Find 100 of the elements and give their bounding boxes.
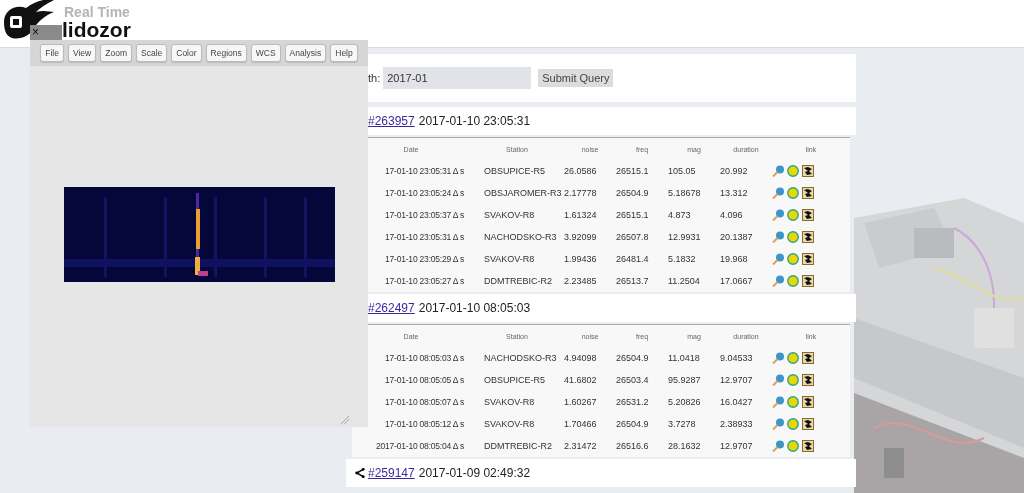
event-time: 2017-01-09 02:49:32 [418,466,531,480]
table-cell: 2017-01-10 08:05:04 Δ s [352,435,470,457]
magnifier-icon[interactable] [772,209,784,221]
table-cell: 105.05 [668,160,720,182]
site-title[interactable]: lidozor [62,20,131,40]
site-subtitle: Real Time [64,4,131,20]
table-cell: 2.17778 [564,182,616,204]
table-cell: DDMTREBIC-R2 [470,270,564,292]
table-cell: 12.9707 [720,435,772,457]
table-cell: 26507.8 [616,226,668,248]
table-cell: 17.0667 [720,270,772,292]
table-cell: 26481.4 [616,248,668,270]
map-icon[interactable] [802,396,814,408]
table-cell: 1.99436 [564,248,616,270]
magnifier-icon[interactable] [772,165,784,177]
magnifier-icon[interactable] [772,187,784,199]
table-cell: 12.9707 [720,369,772,391]
table-cell: 13.312 [720,182,772,204]
map-icon[interactable] [802,231,814,243]
table-cell: 19.968 [720,248,772,270]
table-cell: 2.38933 [720,413,772,435]
table-cell: 5.1832 [668,248,720,270]
map-icon[interactable] [802,253,814,265]
menu-button[interactable]: View [67,44,97,62]
table-cell: SVAKOV-R8 [470,413,564,435]
menu-button[interactable]: Zoom [100,44,132,62]
menu-button[interactable]: Scale [136,44,168,62]
table-cell: 1.70466 [564,413,616,435]
table-cell: OBSJAROMER-R3 [470,182,564,204]
event-link[interactable]: #262497 [368,301,415,315]
event-link[interactable]: #263957 [368,114,415,128]
table-cell: NACHODSKO-R3 [470,226,564,248]
magnifier-icon[interactable] [772,374,784,386]
table-cell: 28.1632 [668,435,720,457]
table-cell: 26503.4 [616,369,668,391]
event-link[interactable]: #259147 [368,466,415,480]
map-icon[interactable] [802,275,814,287]
menu-button[interactable]: WCS [250,44,281,62]
table-cell: 17-01-10 23:05:31 Δ s [352,160,470,182]
menu-button[interactable]: File [40,44,64,62]
magnifier-icon[interactable] [772,253,784,265]
table-cell: 95.9287 [668,369,720,391]
table-cell: 17-01-10 08:05:05 Δ s [352,369,470,391]
menu-button[interactable]: Color [171,44,202,62]
map-icon[interactable] [802,209,814,221]
table-cell: 26504.9 [616,347,668,369]
table-cell: NACHODSKO-R3 [470,347,564,369]
table-cell: OBSUPICE-R5 [470,369,564,391]
table-cell: 20.992 [720,160,772,182]
table-cell: 26.0586 [564,160,616,182]
map-icon[interactable] [802,352,814,364]
map-icon[interactable] [802,374,814,386]
table-cell: 11.0418 [668,347,720,369]
table-cell: 26515.1 [616,160,668,182]
table-cell: 1.61324 [564,204,616,226]
menu-button[interactable]: Help [330,44,358,62]
table-cell: 41.6802 [564,369,616,391]
table-cell: 5.20826 [668,391,720,413]
table-cell: 26531.2 [616,391,668,413]
magnifier-icon[interactable] [772,352,784,364]
table-cell: 3.7278 [668,413,720,435]
menu-button[interactable]: Analysis [284,44,327,62]
table-cell: 17-01-10 23:05:31 Δ s [352,226,470,248]
table-cell: 17-01-10 23:05:24 Δ s [352,182,470,204]
map-icon[interactable] [802,165,814,177]
table-cell: 26513.7 [616,270,668,292]
table-cell: 16.0427 [720,391,772,413]
submit-button[interactable]: Submit Query [538,69,614,87]
magnifier-icon[interactable] [772,396,784,408]
map-icon[interactable] [802,418,814,430]
table-cell: DDMTREBIC-R2 [470,435,564,457]
share-icon[interactable] [355,467,365,479]
map-icon[interactable] [802,187,814,199]
menu-button[interactable]: Regions [205,44,247,62]
month-field[interactable]: 2017-01 [383,67,532,89]
table-cell: SVAKOV-R8 [470,248,564,270]
table-cell: 9.04533 [720,347,772,369]
table-cell: 11.2504 [668,270,720,292]
table-cell: 2.31472 [564,435,616,457]
table-cell: SVAKOV-R8 [470,204,564,226]
magnifier-icon[interactable] [772,440,784,452]
magnifier-icon[interactable] [772,418,784,430]
table-cell: 4.94098 [564,347,616,369]
magnifier-icon[interactable] [772,231,784,243]
map-icon[interactable] [802,440,814,452]
table-cell: 1.60267 [564,391,616,413]
table-cell: 17-01-10 08:05:07 Δ s [352,391,470,413]
close-button[interactable]: × [30,25,62,40]
table-cell: 17-01-10 08:05:03 Δ s [352,347,470,369]
table-cell: 3.92099 [564,226,616,248]
table-cell: 4.873 [668,204,720,226]
table-cell: OBSUPICE-R5 [470,160,564,182]
table-cell: 26504.9 [616,182,668,204]
magnifier-icon[interactable] [772,275,784,287]
resize-handle-icon[interactable] [340,415,350,425]
event-time: 2017-01-10 23:05:31 [418,114,531,128]
event-time: 2017-01-10 08:05:03 [418,301,531,315]
table-cell: 20.1387 [720,226,772,248]
table-cell: 26516.6 [616,435,668,457]
table-cell: 5.18678 [668,182,720,204]
